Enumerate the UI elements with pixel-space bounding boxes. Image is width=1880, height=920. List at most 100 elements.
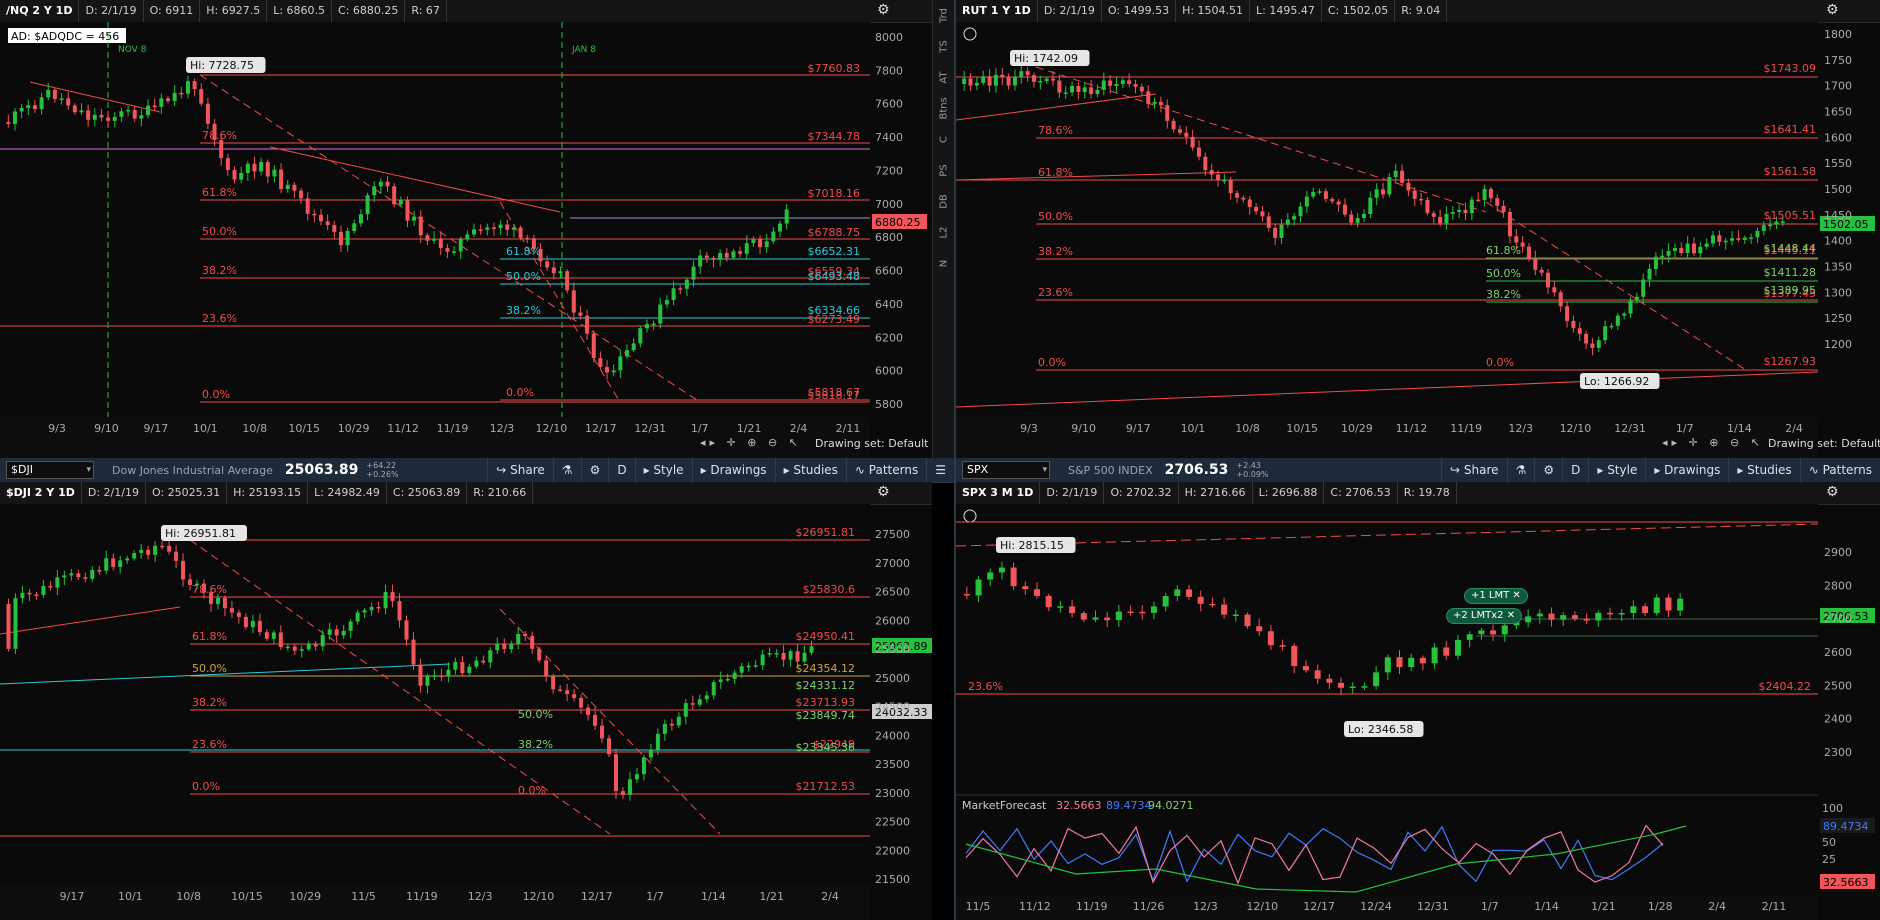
dji-candle bbox=[669, 723, 674, 726]
rut-candle bbox=[1222, 179, 1227, 182]
spx-patterns-button[interactable]: ∿ Patterns bbox=[1799, 458, 1880, 482]
chevron-down-icon: ▾ bbox=[86, 465, 91, 475]
spx-candle bbox=[1139, 611, 1146, 614]
rut-candle bbox=[1672, 248, 1677, 251]
dji-symbol-input[interactable]: $DJI ▾ bbox=[6, 461, 94, 479]
spx-fib-right-label: $2404.22 bbox=[1759, 680, 1812, 693]
dji-candle bbox=[558, 689, 563, 691]
rut-x-tick: 10/8 bbox=[1235, 422, 1260, 435]
rut-candle bbox=[1501, 205, 1506, 212]
spx-symbol-input[interactable]: SPX ▾ bbox=[962, 461, 1050, 479]
rut-chart-panel[interactable]: RUT 1 Y 1D D: 2/1/19 O: 1499.53 H: 1504.… bbox=[956, 0, 1880, 458]
spx-x-tick: 1/14 bbox=[1534, 900, 1559, 913]
dji-chart-canvas[interactable]: Hi: 26951.81 78.6% 61.8% 50.0% 38.2% 23.6% 0.0… bbox=[0, 504, 932, 920]
dji-description: Dow Jones Industrial Average bbox=[112, 463, 273, 477]
spx-style-button[interactable]: ▸ Style bbox=[1588, 458, 1645, 482]
flask-icon[interactable]: ⚗ bbox=[552, 458, 581, 482]
nq-candle bbox=[751, 239, 756, 244]
spx-settings-icon[interactable]: ⚙ bbox=[1826, 484, 1839, 500]
rut-settings-icon[interactable]: ⚙ bbox=[1826, 2, 1839, 18]
dji-candle bbox=[788, 651, 793, 660]
dji-fib-right-label: $24950.41 bbox=[796, 630, 856, 643]
spx-share-button[interactable]: ↪ Share bbox=[1441, 458, 1507, 482]
rut-chart-canvas[interactable]: Hi: 1742.09 Lo: 1266.92 78.6% 61.8% 50.0% 38.… bbox=[956, 22, 1880, 458]
nq-y-tick: 5800 bbox=[875, 398, 903, 411]
dji-candle bbox=[132, 552, 137, 559]
rut-candle bbox=[1241, 197, 1246, 200]
spx-candle bbox=[1092, 617, 1099, 620]
dji-patterns-button[interactable]: ∿ Patterns bbox=[845, 458, 926, 482]
spx-candle bbox=[1560, 615, 1567, 620]
spx-candle bbox=[1244, 614, 1251, 627]
nq-chart-panel[interactable]: /NQ 2 Y 1D D: 2/1/19 O: 6911 H: 6927.5 L… bbox=[0, 0, 932, 458]
nq-vmark-label-2: JAN 8 bbox=[571, 45, 596, 55]
dji-y-tick: 25500 bbox=[875, 643, 910, 656]
nq-drawing-set[interactable]: Drawing set: Default bbox=[815, 437, 928, 450]
nq-side-tabs: Trd TS AT Btns C PS DB L2 N bbox=[932, 0, 956, 458]
dji-studies-button[interactable]: ▸ Studies bbox=[774, 458, 846, 482]
nq-x-tick: 9/3 bbox=[48, 422, 66, 435]
rut-candle bbox=[1476, 199, 1481, 202]
dji-candle bbox=[460, 662, 465, 674]
dji-drawings-button[interactable]: ▸ Drawings bbox=[691, 458, 775, 482]
spx-candle bbox=[1291, 645, 1298, 667]
rut-fib2-right-label: $1389.95 bbox=[1764, 284, 1817, 297]
spx-mf-axis-tick: 25 bbox=[1822, 853, 1836, 866]
rut-zoom-controls[interactable]: ◂▸ ✛ ⊕ ⊖ ↖ bbox=[1662, 436, 1764, 449]
flask-icon[interactable]: ⚗ bbox=[1506, 458, 1535, 482]
spx-order-lmt-2[interactable]: +2 LMTx2 ✕ bbox=[1446, 608, 1523, 624]
rut-drawing-set[interactable]: Drawing set: Default bbox=[1768, 437, 1880, 450]
rut-candle bbox=[1761, 225, 1766, 231]
dji-candle bbox=[781, 652, 786, 660]
nq-fib2-right-label: $5818.67 bbox=[808, 386, 861, 399]
dji-style-button[interactable]: ▸ Style bbox=[634, 458, 692, 482]
dji-candle bbox=[125, 558, 130, 561]
dji-fib-left-label: 61.8% bbox=[192, 630, 227, 643]
gear-icon[interactable]: ⚙ bbox=[580, 458, 609, 482]
spx-candle bbox=[1490, 630, 1497, 635]
spx-drawings-button[interactable]: ▸ Drawings bbox=[1645, 458, 1728, 482]
dji-candle bbox=[355, 612, 360, 622]
dji-share-button[interactable]: ↪ Share bbox=[487, 458, 553, 482]
nq-candle bbox=[658, 304, 663, 324]
dji-toolbar: $DJI ▾ Dow Jones Industrial Average 25063… bbox=[0, 458, 954, 483]
spx-chart-panel[interactable]: SPX 3 M 1D D: 2/1/19 O: 2702.32 H: 2716.… bbox=[956, 482, 1880, 920]
rut-candle bbox=[1108, 80, 1113, 86]
rut-candle bbox=[1171, 120, 1176, 130]
rut-candle bbox=[1628, 300, 1633, 314]
rut-x-tick: 11/19 bbox=[1450, 422, 1482, 435]
rut-candle bbox=[1450, 212, 1455, 214]
spx-date: D: 2/1/19 bbox=[1040, 482, 1105, 504]
nq-candle bbox=[106, 117, 111, 121]
spx-candle bbox=[1653, 597, 1660, 614]
menu-icon[interactable]: ☰ bbox=[926, 458, 954, 482]
dji-candle bbox=[690, 703, 695, 705]
dji-candle bbox=[97, 570, 102, 572]
nq-candle bbox=[691, 266, 696, 280]
spx-x-tick: 11/12 bbox=[1019, 900, 1051, 913]
nq-zoom-controls[interactable]: ◂▸ ✛ ⊕ ⊖ ↖ bbox=[700, 436, 802, 449]
dji-candle bbox=[565, 690, 570, 695]
rut-y-tick: 1650 bbox=[1824, 106, 1852, 119]
rut-candle bbox=[1203, 156, 1208, 171]
dji-candle bbox=[634, 774, 639, 780]
spx-studies-button[interactable]: ▸ Studies bbox=[1728, 458, 1799, 482]
nq-settings-icon[interactable]: ⚙ bbox=[877, 2, 890, 18]
dji-candle bbox=[593, 714, 598, 726]
spx-order-lmt-1[interactable]: +1 LMT ✕ bbox=[1464, 588, 1528, 604]
nq-candle bbox=[152, 105, 157, 108]
dji-period-button[interactable]: D bbox=[608, 458, 634, 482]
dji-candle bbox=[334, 629, 339, 636]
dji-settings-icon[interactable]: ⚙ bbox=[877, 484, 890, 500]
spx-period-button[interactable]: D bbox=[1562, 458, 1588, 482]
spx-chart-canvas[interactable]: Hi: 2815.15Lo: 2346.5823.6% $2404.222706.… bbox=[956, 504, 1880, 920]
gear-icon[interactable]: ⚙ bbox=[1534, 458, 1562, 482]
nq-x-tick: 10/1 bbox=[193, 422, 218, 435]
nq-chart-canvas[interactable]: AD: $ADQDC = 456 NOV 8 JAN 8 Hi: 7728.75 78.… bbox=[0, 22, 932, 458]
dji-chart-panel[interactable]: $DJI 2 Y 1D D: 2/1/19 O: 25025.31 H: 251… bbox=[0, 482, 932, 920]
spx-candle bbox=[1665, 597, 1672, 611]
nq-x-tick: 1/7 bbox=[691, 422, 709, 435]
nq-range: R: 67 bbox=[405, 0, 447, 22]
nq-x-tick: 9/10 bbox=[94, 422, 119, 435]
dji-candle bbox=[313, 643, 318, 647]
